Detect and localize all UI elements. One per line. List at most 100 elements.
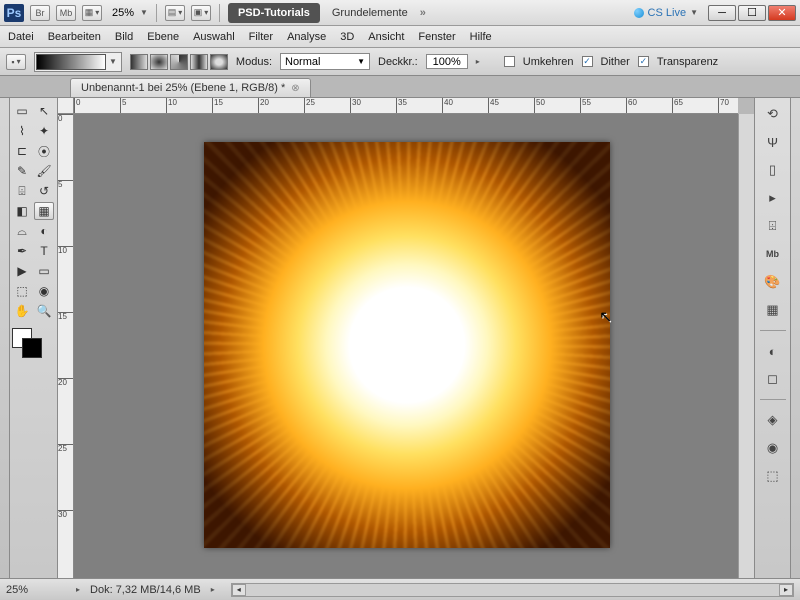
background-color[interactable] bbox=[22, 338, 42, 358]
tool-preset-picker[interactable]: ▪ bbox=[6, 54, 26, 70]
bridge-button[interactable]: Br bbox=[30, 5, 50, 21]
document-tab[interactable]: Unbenannt-1 bei 25% (Ebene 1, RGB/8) * ⊗ bbox=[70, 78, 311, 97]
transparency-label: Transparenz bbox=[657, 56, 718, 68]
channels-panel-icon[interactable]: ◉ bbox=[762, 438, 784, 458]
scroll-right-button[interactable]: ▸ bbox=[779, 584, 793, 596]
scrollbar-vertical[interactable] bbox=[738, 114, 754, 578]
zoom-tool[interactable]: 🔍 bbox=[34, 302, 54, 320]
history-panel-icon[interactable]: ⟲ bbox=[762, 104, 784, 124]
adjustments-panel-icon[interactable]: ◐ bbox=[762, 341, 784, 361]
masks-panel-icon[interactable]: ◻ bbox=[762, 369, 784, 389]
menu-datei[interactable]: Datei bbox=[8, 31, 34, 43]
path-select-tool[interactable]: ▶ bbox=[12, 262, 32, 280]
gradient-type-group bbox=[130, 54, 228, 70]
view-extras-dropdown[interactable]: ▦ bbox=[82, 5, 102, 21]
character-panel-icon[interactable]: Ψ bbox=[762, 132, 784, 152]
canvas-viewport[interactable]: ↖ bbox=[74, 114, 738, 578]
gradient-reflected-button[interactable] bbox=[190, 54, 208, 70]
brush-tool[interactable]: 🖌 bbox=[34, 162, 54, 180]
status-zoom[interactable]: 25% bbox=[6, 584, 66, 596]
window-close-button[interactable]: ✕ bbox=[768, 5, 796, 21]
eraser-tool[interactable]: ◧ bbox=[12, 202, 32, 220]
arrange-docs-dropdown[interactable]: ▤ bbox=[165, 5, 185, 21]
patch-tool[interactable]: ✎ bbox=[12, 162, 32, 180]
marquee-tool[interactable]: ↖ bbox=[34, 102, 54, 120]
transparency-checkbox[interactable]: ✓ bbox=[638, 56, 649, 67]
dither-checkbox[interactable]: ✓ bbox=[582, 56, 593, 67]
gradient-radial-button[interactable] bbox=[150, 54, 168, 70]
gradient-angle-button[interactable] bbox=[170, 54, 188, 70]
3d-object-tool[interactable]: ⬚ bbox=[12, 282, 32, 300]
workspace-more-icon[interactable]: » bbox=[420, 7, 426, 19]
menu-ansicht[interactable]: Ansicht bbox=[368, 31, 404, 43]
opacity-flyout-icon[interactable]: ▸ bbox=[476, 57, 480, 66]
layers-panel-icon[interactable]: ◈ bbox=[762, 410, 784, 430]
scroll-left-button[interactable]: ◂ bbox=[232, 584, 246, 596]
right-dock-strip[interactable] bbox=[790, 98, 800, 578]
gradient-preview[interactable] bbox=[36, 54, 106, 70]
lasso-tool[interactable]: ⌇ bbox=[12, 122, 32, 140]
color-panel-icon[interactable]: 🎨 bbox=[762, 272, 784, 292]
status-flyout-icon[interactable]: ▸ bbox=[211, 585, 215, 594]
blend-mode-value: Normal bbox=[285, 56, 320, 68]
workspace-grundelemente-tab[interactable]: Grundelemente bbox=[326, 3, 414, 23]
blur-tool[interactable]: ⌓ bbox=[12, 222, 32, 240]
minibridge-panel-icon[interactable]: Mb bbox=[762, 244, 784, 264]
hand-tool[interactable]: ✋ bbox=[12, 302, 32, 320]
minibridge-button[interactable]: Mb bbox=[56, 5, 76, 21]
gradient-tool[interactable]: ▦ bbox=[34, 202, 54, 220]
chevron-down-icon[interactable]: ▼ bbox=[106, 57, 120, 66]
zoom-level[interactable]: 25% bbox=[108, 6, 138, 20]
dodge-tool[interactable]: ◐ bbox=[34, 222, 54, 240]
pen-tool[interactable]: ✒ bbox=[12, 242, 32, 260]
color-swatches[interactable] bbox=[12, 328, 44, 358]
app-titlebar: Ps Br Mb ▦ 25% ▼ ▤ ▣ PSD-Tutorials Grund… bbox=[0, 0, 800, 26]
gradient-diamond-button[interactable] bbox=[210, 54, 228, 70]
status-doc-size[interactable]: Dok: 7,32 MB/14,6 MB bbox=[90, 584, 201, 596]
paths-panel-icon[interactable]: ⬚ bbox=[762, 466, 784, 486]
chevron-down-icon[interactable]: ▼ bbox=[140, 8, 148, 17]
left-dock-strip[interactable] bbox=[0, 98, 10, 578]
clone-panel-icon[interactable]: ⌹ bbox=[762, 216, 784, 236]
close-icon[interactable]: ⊗ bbox=[291, 83, 299, 94]
menu-bearbeiten[interactable]: Bearbeiten bbox=[48, 31, 101, 43]
menu-filter[interactable]: Filter bbox=[249, 31, 273, 43]
explosion-artwork bbox=[204, 142, 610, 548]
ruler-origin[interactable] bbox=[58, 98, 74, 114]
window-maximize-button[interactable]: ☐ bbox=[738, 5, 766, 21]
crop-tool[interactable]: ⊏ bbox=[12, 142, 32, 160]
ruler-horizontal[interactable]: 0510152025303540455055606570 bbox=[74, 98, 738, 114]
cs-live-button[interactable]: CS Live ▼ bbox=[634, 7, 698, 19]
status-flyout-icon[interactable]: ▸ bbox=[76, 585, 80, 594]
right-panel-strip: ⟲ Ψ ▯ ▸ ⌹ Mb 🎨 ▦ ◐ ◻ ◈ ◉ ⬚ bbox=[754, 98, 790, 578]
opacity-label: Deckkr.: bbox=[378, 56, 418, 68]
menu-fenster[interactable]: Fenster bbox=[418, 31, 455, 43]
stamp-tool[interactable]: ⌹ bbox=[12, 182, 32, 200]
wand-tool[interactable]: ✦ bbox=[34, 122, 54, 140]
screen-mode-dropdown[interactable]: ▣ bbox=[191, 5, 211, 21]
scrollbar-horizontal[interactable]: ◂ ▸ bbox=[231, 583, 794, 597]
menu-analyse[interactable]: Analyse bbox=[287, 31, 326, 43]
info-panel-icon[interactable]: ▯ bbox=[762, 160, 784, 180]
menu-3d[interactable]: 3D bbox=[340, 31, 354, 43]
move-tool[interactable]: ▭ bbox=[12, 102, 32, 120]
blend-mode-select[interactable]: Normal ▼ bbox=[280, 53, 370, 70]
reverse-checkbox[interactable] bbox=[504, 56, 515, 67]
eyedropper-tool[interactable]: ⦿ bbox=[34, 142, 54, 160]
history-brush-tool[interactable]: ↺ bbox=[34, 182, 54, 200]
menu-auswahl[interactable]: Auswahl bbox=[193, 31, 235, 43]
type-tool[interactable]: T bbox=[34, 242, 54, 260]
workspace-psd-tutorials-tab[interactable]: PSD-Tutorials bbox=[228, 3, 320, 23]
opacity-input[interactable]: 100% bbox=[426, 54, 468, 69]
3d-camera-tool[interactable]: ◉ bbox=[34, 282, 54, 300]
document-canvas[interactable] bbox=[204, 142, 610, 548]
menu-bild[interactable]: Bild bbox=[115, 31, 133, 43]
gradient-linear-button[interactable] bbox=[130, 54, 148, 70]
ruler-vertical[interactable]: 051015202530 bbox=[58, 114, 74, 578]
menu-hilfe[interactable]: Hilfe bbox=[470, 31, 492, 43]
actions-panel-icon[interactable]: ▸ bbox=[762, 188, 784, 208]
window-minimize-button[interactable]: ─ bbox=[708, 5, 736, 21]
shape-tool[interactable]: ▭ bbox=[34, 262, 54, 280]
menu-ebene[interactable]: Ebene bbox=[147, 31, 179, 43]
swatches-panel-icon[interactable]: ▦ bbox=[762, 300, 784, 320]
